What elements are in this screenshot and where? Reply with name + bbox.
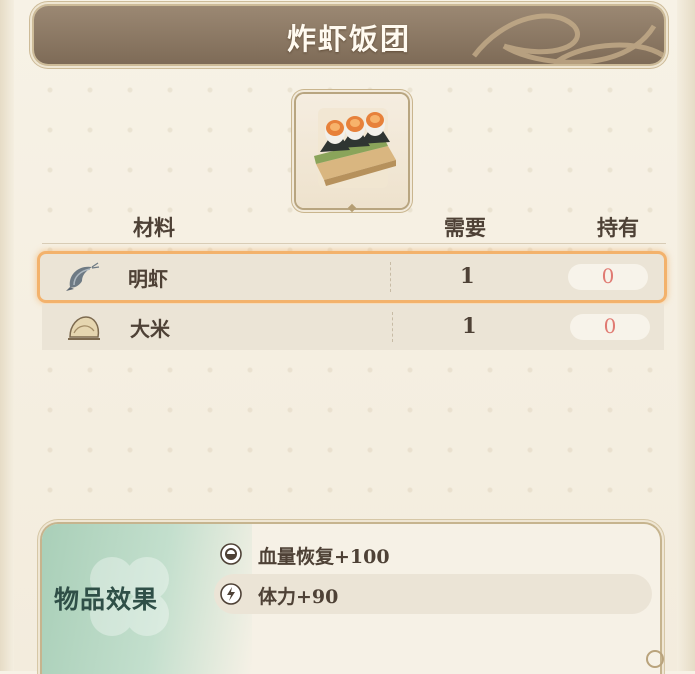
item-effects-panel: 物品效果 血量恢复+100 体力+90 [42,524,660,674]
column-divider [390,262,391,292]
own-value: 0 [601,264,615,288]
material-name: 明虾 [128,267,168,291]
header-material: 材料 [133,215,175,240]
need-value: 1 [460,263,475,288]
rice-sack-icon [68,316,100,340]
recipe-title: 炸虾饭团 [286,22,411,56]
effect-row: 体力+90 [214,574,652,614]
effect-text: 体力+90 [258,586,339,608]
frame-border-left [0,0,14,671]
effect-row: 血量恢复+100 [214,534,652,574]
item-icon-frame [296,94,408,208]
header-own: 持有 [597,215,639,240]
title-bar: 炸虾饭团 [34,6,664,64]
header-need: 需要 [444,215,486,240]
own-value-pill: 0 [568,264,648,290]
corner-ornament [646,650,664,668]
shrimp-icon [66,262,100,291]
own-value-pill: 0 [570,314,650,340]
fried-shrimp-rice-ball-icon [314,108,396,188]
stamina-icon [220,583,242,605]
header-divider [42,243,666,244]
effect-text: 血量恢复+100 [258,546,390,568]
column-divider [392,312,393,342]
effects-label: 物品效果 [54,585,159,614]
frame-border-right [677,0,695,671]
health-restore-icon [220,543,242,565]
material-row-rice[interactable]: 大米 1 0 [42,304,664,350]
material-name: 大米 [130,317,170,341]
own-value: 0 [603,314,617,338]
material-row-shrimp[interactable]: 明虾 1 0 [40,254,664,300]
need-value: 1 [462,313,477,338]
